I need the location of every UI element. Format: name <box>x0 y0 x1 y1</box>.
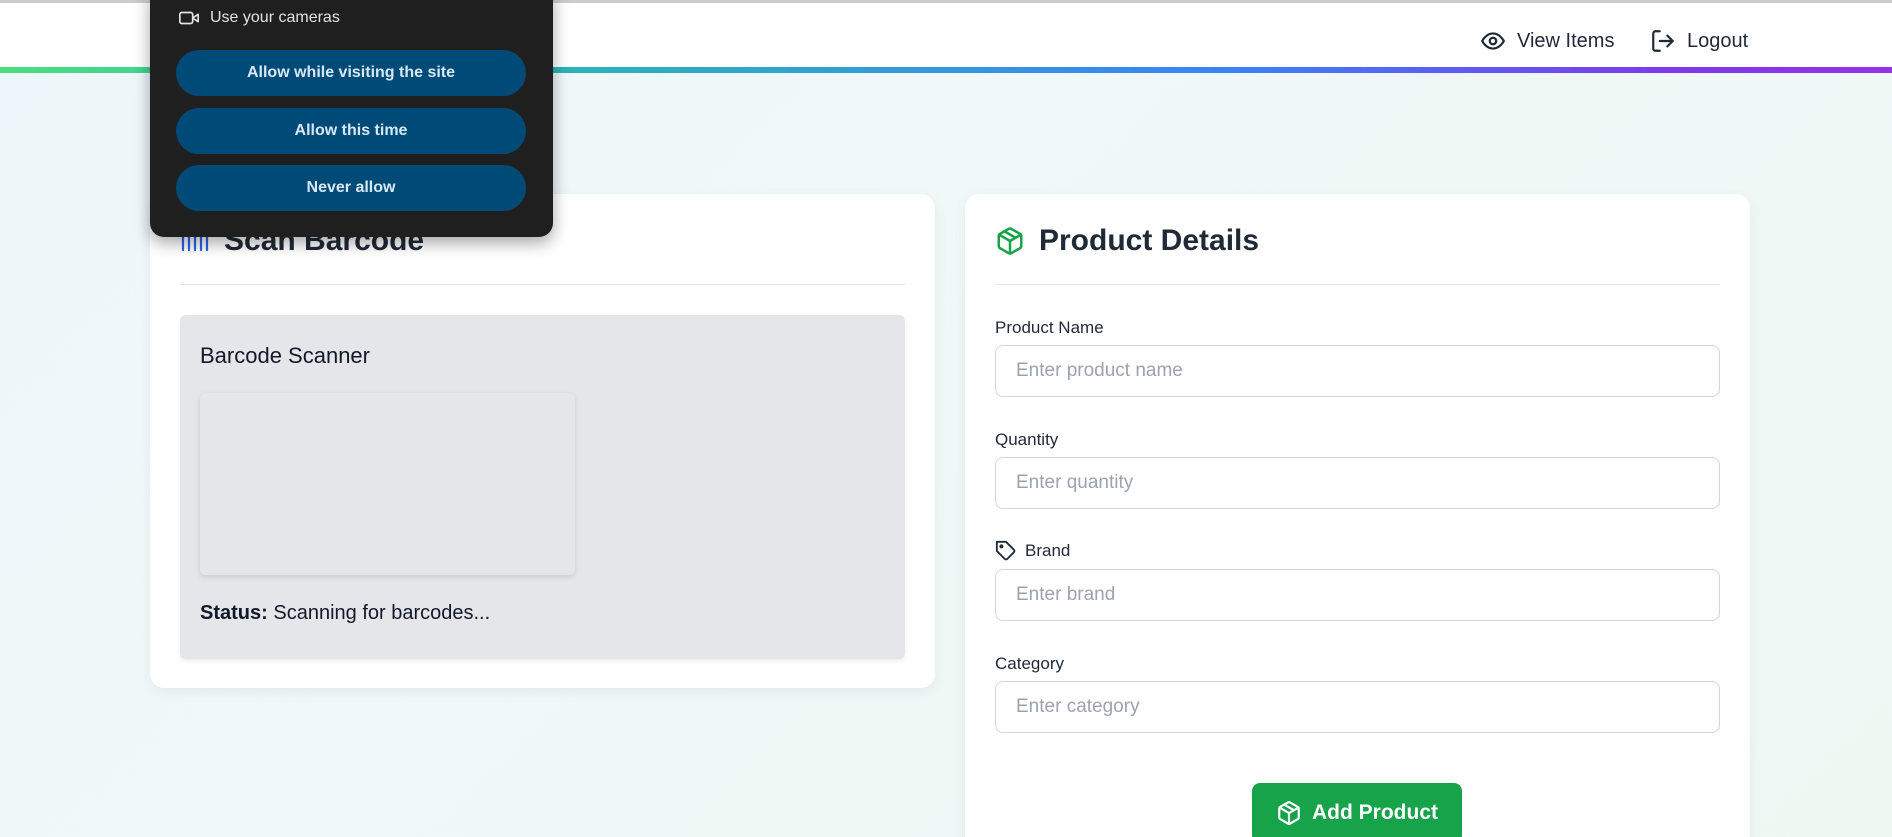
eye-icon <box>1481 32 1505 50</box>
product-card-title: Product Details <box>995 224 1259 258</box>
package-icon <box>997 227 1023 255</box>
scanner-title: Barcode Scanner <box>200 343 370 368</box>
product-name-input[interactable] <box>995 345 1720 397</box>
logout-icon <box>1652 30 1674 52</box>
product-details-card: Product Details Product Name Quantity Br… <box>965 194 1750 837</box>
permission-prompt: Use your cameras <box>178 7 340 29</box>
product-card-title-text: Product Details <box>1039 224 1260 257</box>
logout-link[interactable]: Logout <box>1650 25 1748 57</box>
quantity-input[interactable] <box>995 457 1720 509</box>
category-input[interactable] <box>995 681 1720 733</box>
tag-icon <box>995 540 1016 561</box>
package-icon <box>1278 801 1300 826</box>
product-card-divider <box>995 284 1720 285</box>
camera-icon <box>179 11 199 25</box>
product-name-label: Product Name <box>995 318 1104 337</box>
scanner-status-label: Status: <box>200 602 268 624</box>
add-product-button[interactable]: Add Product <box>1252 783 1462 837</box>
brand-label-text: Brand <box>1025 541 1071 560</box>
view-items-link[interactable]: View Items <box>1480 25 1614 57</box>
permission-prompt-text: Use your cameras <box>210 9 340 26</box>
add-product-label: Add Product <box>1312 801 1438 824</box>
logout-label: Logout <box>1687 29 1749 52</box>
camera-preview <box>200 393 575 575</box>
barcode-scanner-panel: Barcode Scanner Status: Scanning for bar… <box>180 315 905 659</box>
allow-this-time-button[interactable]: Allow this time <box>176 108 526 154</box>
scanner-status-value: Scanning for barcodes... <box>273 602 491 624</box>
scan-barcode-card: Scan Barcode Barcode Scanner Status: Sca… <box>150 194 935 688</box>
quantity-label: Quantity <box>995 430 1059 449</box>
scanner-status: Status: Scanning for barcodes... <box>200 602 490 625</box>
category-label: Category <box>995 654 1064 673</box>
brand-label: Brand <box>995 540 1070 562</box>
brand-input[interactable] <box>995 569 1720 621</box>
camera-permission-popup: Use your cameras Allow while visiting th… <box>150 0 553 237</box>
view-items-label: View Items <box>1517 29 1615 52</box>
never-allow-button[interactable]: Never allow <box>176 165 526 211</box>
scan-card-divider <box>180 284 905 285</box>
allow-while-visiting-button[interactable]: Allow while visiting the site <box>176 50 526 96</box>
